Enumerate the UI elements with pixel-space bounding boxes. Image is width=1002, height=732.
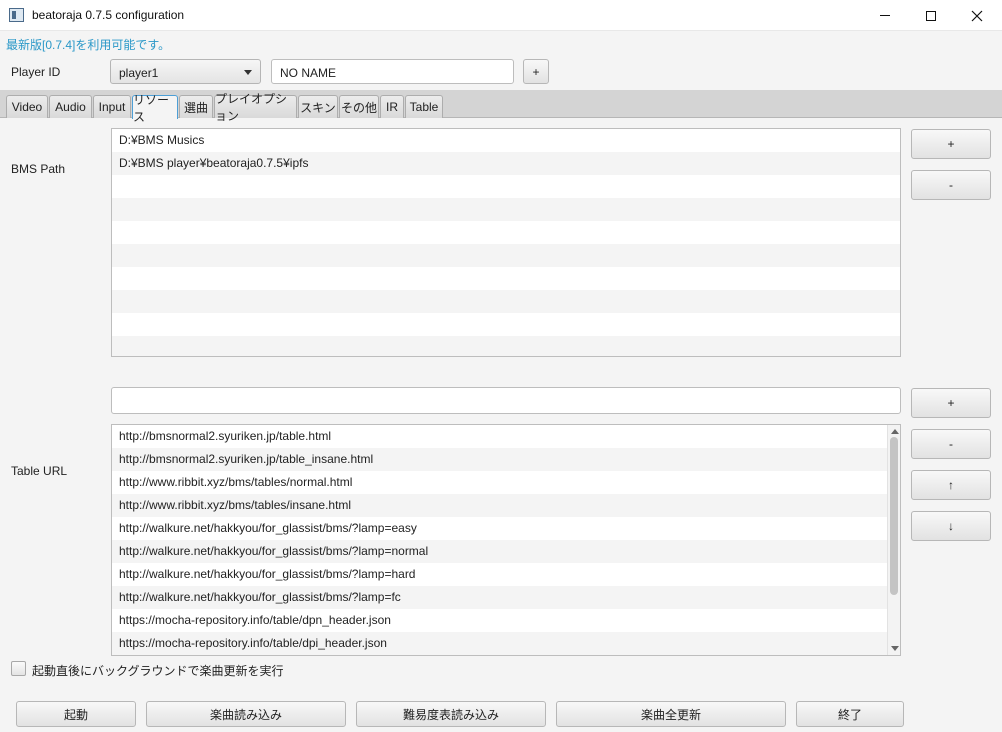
empty-row [112,336,900,356]
player-id-select[interactable]: player1 [110,59,261,84]
remove-table-url-button[interactable]: - [911,429,991,459]
start-button[interactable]: 起動 [16,701,136,727]
load-tables-button[interactable]: 難易度表読み込み [356,701,546,727]
table-url-label: Table URL [11,464,68,478]
list-item[interactable]: https://mocha-repository.info/table/dpi_… [112,632,900,655]
title-bar: beatoraja 0.7.5 configuration [0,0,1002,31]
player-name-field[interactable]: NO NAME [271,59,514,84]
minimize-icon [880,15,890,16]
update-notice-link[interactable]: 最新版[0.7.4]を利用可能です。 [6,36,170,53]
background-update-checkbox[interactable] [11,661,26,676]
tab-bar: Video Audio Input リソース 選曲 プレイオプション スキン そ… [0,90,1002,124]
empty-row [112,267,900,290]
table-url-input[interactable] [111,387,901,414]
tab-audio[interactable]: Audio [49,95,92,118]
remove-bms-path-button[interactable]: - [911,170,991,200]
tab-other[interactable]: その他 [339,95,379,118]
table-url-scrollbar[interactable] [887,425,900,655]
list-item[interactable]: http://walkure.net/hakkyou/for_glassist/… [112,540,900,563]
update-all-songs-button[interactable]: 楽曲全更新 [556,701,786,727]
list-item[interactable]: http://bmsnormal2.syuriken.jp/table.html [112,425,900,448]
empty-row [112,198,900,221]
move-down-table-url-button[interactable]: ↓ [911,511,991,541]
app-icon [9,8,24,22]
close-icon [971,10,983,21]
list-item[interactable]: http://www.ribbit.xyz/bms/tables/insane.… [112,494,900,517]
tab-ir[interactable]: IR [380,95,404,118]
player-id-selected: player1 [119,66,159,80]
add-table-url-button[interactable]: + [911,388,991,418]
list-item[interactable]: http://walkure.net/hakkyou/for_glassist/… [112,517,900,540]
list-item[interactable]: http://bmsnormal2.syuriken.jp/table_insa… [112,448,900,471]
empty-row [112,221,900,244]
tab-video[interactable]: Video [6,95,48,118]
tab-table[interactable]: Table [405,95,443,118]
add-bms-path-button[interactable]: + [911,129,991,159]
close-button[interactable] [954,0,1000,31]
list-item[interactable]: http://walkure.net/hakkyou/for_glassist/… [112,586,900,609]
scroll-up-arrow-icon[interactable] [891,429,899,434]
tab-play-option[interactable]: プレイオプション [214,92,297,123]
maximize-button[interactable] [908,0,954,31]
exit-button[interactable]: 終了 [796,701,904,727]
load-songs-button[interactable]: 楽曲読み込み [146,701,346,727]
background-update-label: 起動直後にバックグラウンドで楽曲更新を実行 [32,664,284,678]
maximize-icon [926,10,936,21]
table-url-list[interactable]: http://bmsnormal2.syuriken.jp/table.html… [111,424,901,656]
tab-input[interactable]: Input [93,95,131,118]
move-up-table-url-button[interactable]: ↑ [911,470,991,500]
list-item[interactable]: https://mocha-repository.info/table/dpn_… [112,609,900,632]
scroll-thumb[interactable] [890,437,898,595]
player-name-value: NO NAME [280,66,337,80]
player-id-label: Player ID [11,65,61,79]
scroll-down-arrow-icon[interactable] [891,646,899,651]
list-item[interactable]: http://www.ribbit.xyz/bms/tables/normal.… [112,471,900,494]
window-title: beatoraja 0.7.5 configuration [32,8,185,22]
list-item[interactable]: http://walkure.net/hakkyou/for_glassist/… [112,563,900,586]
empty-row [112,290,900,313]
tab-song-select[interactable]: 選曲 [179,95,213,118]
empty-row [112,175,900,198]
empty-row [112,313,900,336]
list-item[interactable]: D:¥BMS Musics [112,129,900,152]
minimize-button[interactable] [862,0,908,31]
list-item[interactable]: D:¥BMS player¥beatoraja0.7.5¥ipfs [112,152,900,175]
bms-path-list[interactable]: D:¥BMS Musics D:¥BMS player¥beatoraja0.7… [111,128,901,357]
empty-row [112,244,900,267]
tab-skin[interactable]: スキン [298,95,338,118]
tab-resource[interactable]: リソース [132,93,178,124]
bms-path-label: BMS Path [11,162,66,176]
add-player-button[interactable]: + [523,59,549,84]
chevron-down-icon [244,70,252,75]
